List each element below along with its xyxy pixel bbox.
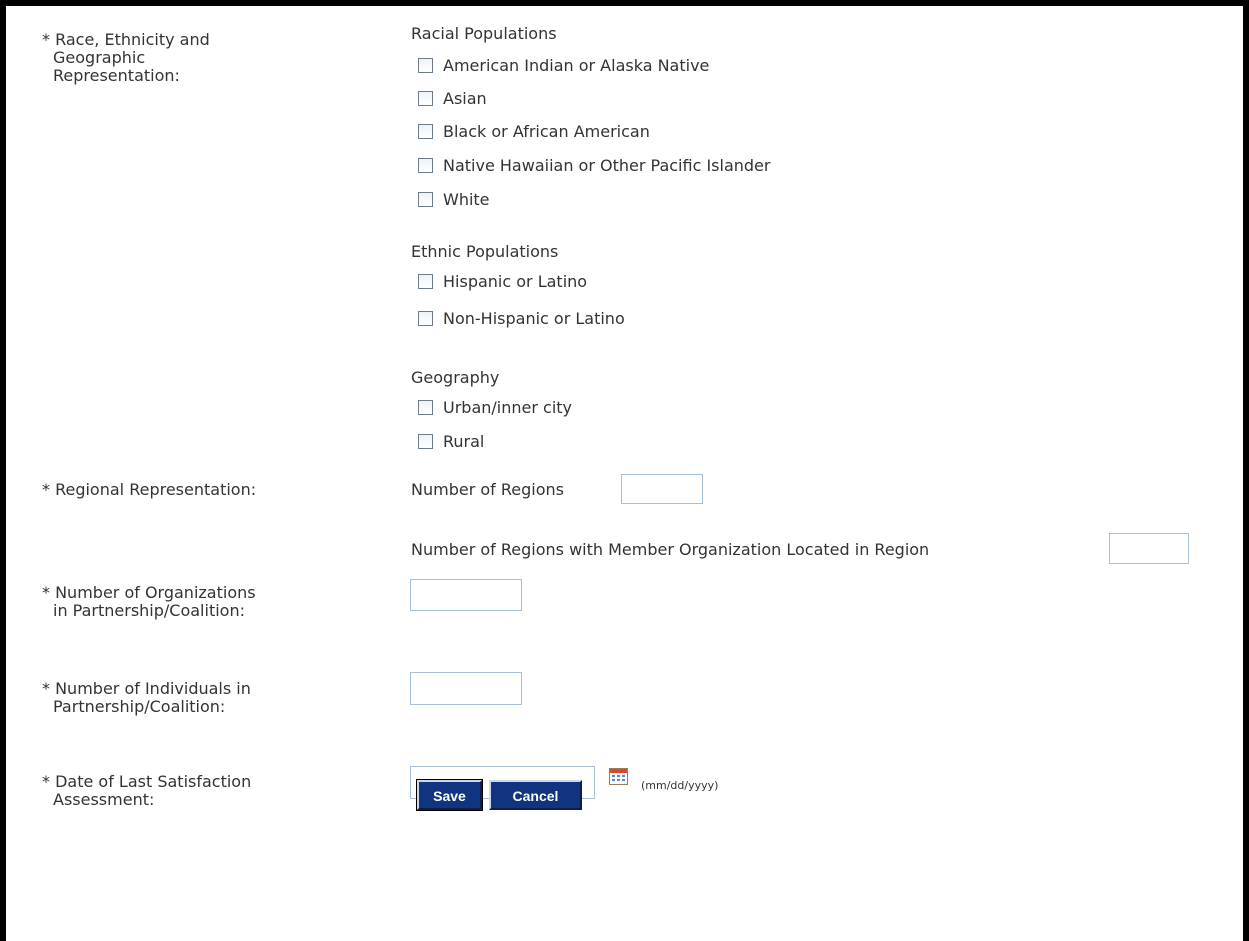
checkbox[interactable] xyxy=(418,90,433,106)
regions-with-member-label: Number of Regions with Member Organizati… xyxy=(411,540,930,559)
label-line: * Number of Organizations xyxy=(42,583,256,602)
checkbox-label: American Indian or Alaska Native xyxy=(443,55,710,75)
label-line: Assessment: xyxy=(53,790,155,809)
geography-heading: Geography xyxy=(411,368,500,387)
regions-with-member-input[interactable] xyxy=(1109,533,1189,564)
label-line: * Regional Representation: xyxy=(42,480,257,499)
date-format-hint: (mm/dd/yyyy) xyxy=(641,779,719,792)
checkbox-option-black[interactable]: Black or African American xyxy=(418,121,650,141)
regional-representation-label: * Regional Representation: xyxy=(42,481,256,499)
checkbox-label: Native Hawaiian or Other Pacific Islande… xyxy=(443,155,771,175)
label-line: Partnership/Coalition: xyxy=(53,697,226,716)
number-of-organizations-input[interactable] xyxy=(410,579,522,611)
calendar-icon[interactable] xyxy=(609,768,628,785)
date-last-satisfaction-label: * Date of Last Satisfaction Assessment: xyxy=(42,773,251,809)
checkbox-label: Black or African American xyxy=(443,121,650,141)
label-line: * Race, Ethnicity and xyxy=(42,30,210,49)
frame-border-top xyxy=(0,0,1249,6)
number-of-regions-label: Number of Regions xyxy=(411,480,564,499)
checkbox[interactable] xyxy=(418,310,433,326)
checkbox[interactable] xyxy=(418,433,433,449)
ethnic-populations-heading: Ethnic Populations xyxy=(411,242,559,261)
checkbox[interactable] xyxy=(418,191,433,207)
cancel-button[interactable]: Cancel xyxy=(489,780,582,810)
number-of-organizations-label: * Number of Organizations in Partnership… xyxy=(42,584,256,620)
checkbox-label: White xyxy=(443,189,490,209)
save-button[interactable]: Save xyxy=(416,779,483,811)
checkbox-option-asian[interactable]: Asian xyxy=(418,88,487,108)
label-line: * Number of Individuals in xyxy=(42,679,251,698)
checkbox-option-hispanic[interactable]: Hispanic or Latino xyxy=(418,271,587,291)
label-line: * Date of Last Satisfaction xyxy=(42,772,252,791)
racial-populations-heading: Racial Populations xyxy=(411,24,557,43)
checkbox[interactable] xyxy=(418,273,433,289)
frame-border-left xyxy=(0,0,6,941)
label-line: in Partnership/Coalition: xyxy=(53,601,245,620)
checkbox[interactable] xyxy=(418,399,433,415)
checkbox-label: Urban/inner city xyxy=(443,397,572,417)
checkbox-option-american-indian[interactable]: American Indian or Alaska Native xyxy=(418,55,709,75)
checkbox-label: Rural xyxy=(443,431,485,451)
race-ethnicity-geo-label: * Race, Ethnicity and Geographic Represe… xyxy=(42,31,210,85)
checkbox-label: Hispanic or Latino xyxy=(443,271,588,291)
checkbox-option-rural[interactable]: Rural xyxy=(418,431,484,451)
label-line: Geographic xyxy=(53,48,146,67)
checkbox[interactable] xyxy=(418,57,433,73)
checkbox-option-native-hawaiian[interactable]: Native Hawaiian or Other Pacific Islande… xyxy=(418,155,770,175)
checkbox-label: Asian xyxy=(443,88,487,108)
checkbox[interactable] xyxy=(418,157,433,173)
number-of-regions-input[interactable] xyxy=(621,474,703,504)
checkbox-option-urban[interactable]: Urban/inner city xyxy=(418,397,572,417)
checkbox[interactable] xyxy=(418,123,433,139)
number-of-individuals-input[interactable] xyxy=(410,672,522,705)
frame-border-right xyxy=(1243,0,1249,941)
label-line: Representation: xyxy=(53,66,180,85)
checkbox-option-white[interactable]: White xyxy=(418,189,490,209)
number-of-individuals-label: * Number of Individuals in Partnership/C… xyxy=(42,680,251,716)
checkbox-option-non-hispanic[interactable]: Non-Hispanic or Latino xyxy=(418,308,625,328)
checkbox-label: Non-Hispanic or Latino xyxy=(443,308,625,328)
